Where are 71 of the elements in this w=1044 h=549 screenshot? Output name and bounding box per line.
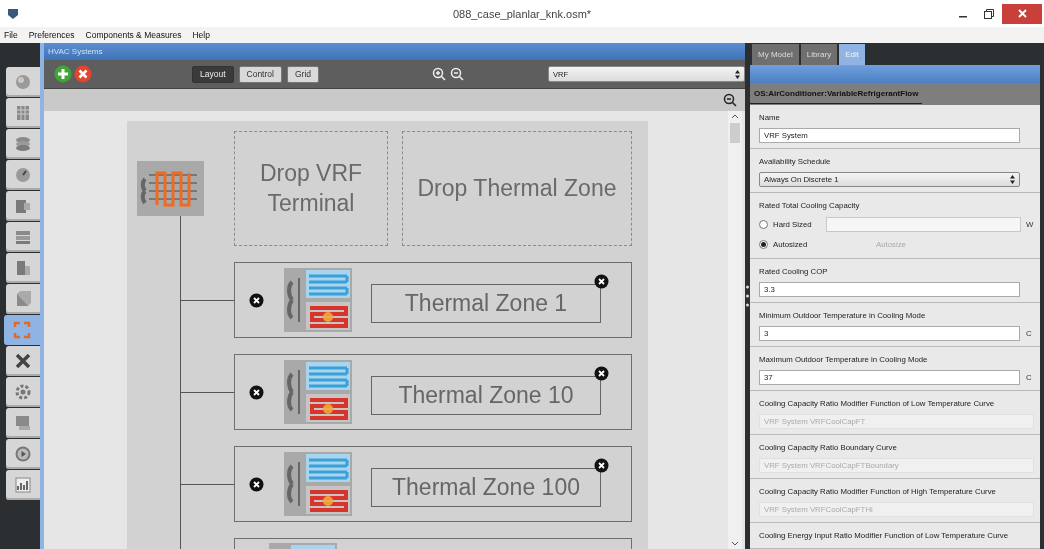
gear-icon [13, 382, 33, 402]
zoom-out-button[interactable] [450, 67, 464, 81]
drop-zone[interactable]: Drop Thermal Zone [402, 131, 632, 246]
window-title: 088_case_planlar_knk.osm* [452, 7, 592, 20]
app-icon [8, 8, 18, 19]
close-icon [1017, 9, 1027, 18]
terminal-unit-icon [284, 452, 352, 516]
remove-icon [249, 476, 264, 492]
thermal-zone-label[interactable]: Thermal Zone 100 [371, 467, 601, 507]
layers-icon [13, 134, 33, 154]
zone-row[interactable]: Thermal Zone 10 [234, 354, 632, 430]
sidebar-tab[interactable] [6, 191, 40, 221]
inspector-tab[interactable]: Library [800, 43, 838, 65]
restore-icon [984, 8, 994, 19]
remove-icon [249, 292, 264, 308]
view-tab[interactable]: Grid [286, 65, 319, 83]
delete-button[interactable] [74, 65, 92, 83]
sidebar-tab[interactable] [6, 439, 40, 469]
inspector-tab[interactable]: My Model [752, 43, 799, 65]
remove-button[interactable] [249, 292, 264, 308]
remove-icon [249, 384, 264, 400]
tools-icon [13, 351, 33, 371]
thermal-zone-label[interactable]: Thermal Zone 1 [371, 283, 601, 323]
spinner-arrows-icon [735, 69, 740, 79]
panel-title: HVAC Systems [48, 47, 103, 56]
drop-zone[interactable]: Drop VRF Terminal [234, 131, 388, 246]
sidebar-tab[interactable] [6, 129, 40, 159]
remove-icon [594, 457, 609, 473]
vrf-unit-icon [137, 161, 204, 216]
sidebar-tab[interactable] [6, 377, 40, 407]
menu-item[interactable]: File [4, 30, 18, 40]
remove-button[interactable] [594, 365, 609, 381]
zoom-out-button[interactable] [723, 93, 737, 107]
splitter-handle[interactable] [746, 285, 749, 307]
remove-button[interactable] [594, 457, 609, 473]
remove-button[interactable] [594, 273, 609, 289]
zone-row[interactable]: Thermal Zone 1 [234, 262, 632, 338]
sidebar-tab[interactable] [6, 222, 40, 252]
loop-icon [12, 320, 32, 340]
view-tab[interactable]: Control [238, 65, 282, 83]
minimize-icon [959, 15, 967, 18]
spinner-arrows-icon [1010, 175, 1015, 184]
menu-item[interactable]: Preferences [28, 30, 75, 40]
remove-button[interactable] [249, 476, 264, 492]
radio-button[interactable] [759, 240, 768, 249]
zone-row[interactable]: Thermal Zone 100 [234, 446, 632, 522]
sidebar-tab[interactable] [6, 470, 40, 500]
add-button[interactable] [54, 65, 72, 83]
scroll-thumb[interactable] [730, 123, 740, 143]
monitor-icon [13, 413, 33, 433]
zoom-in-button[interactable] [432, 67, 446, 81]
view-tab[interactable]: Layout [192, 65, 234, 83]
object-type-heading: OS:AirConditioner:VariableRefrigerantFlow [750, 84, 923, 104]
sphere-icon [13, 72, 33, 92]
scrollbar[interactable] [728, 111, 742, 549]
close-button[interactable] [1002, 3, 1042, 24]
sidebar-tab[interactable] [6, 253, 40, 283]
menu-item[interactable]: Components & Measures [85, 30, 182, 40]
remove-icon [594, 273, 609, 289]
radio-button[interactable] [759, 220, 768, 229]
terminal-unit-icon [284, 268, 352, 332]
menu-item[interactable]: Help [192, 30, 210, 40]
terminal-unit-icon [284, 360, 352, 424]
chart-icon [13, 475, 33, 495]
input-field[interactable] [826, 217, 1021, 232]
sidebar-tab[interactable] [6, 346, 40, 376]
play-icon [13, 444, 33, 464]
thermal-zone-label[interactable]: Thermal Zone 10 [371, 375, 601, 415]
remove-button[interactable] [249, 384, 264, 400]
remove-icon [594, 365, 609, 381]
dial-icon [13, 165, 33, 185]
